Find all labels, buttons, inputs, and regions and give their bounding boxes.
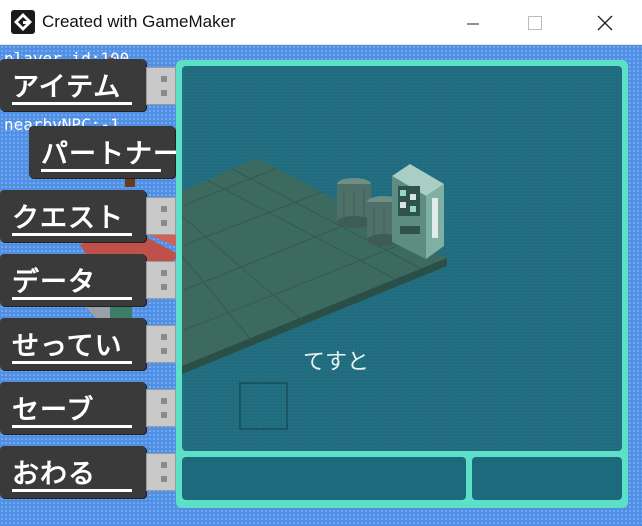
maximize-icon [528,16,542,30]
preview-panel: てすと [176,60,628,508]
scene-viewport[interactable]: てすと [182,66,622,451]
dialog-subpanel-right[interactable] [472,457,622,500]
menu-item-label: クエスト [12,203,124,234]
dialog-text: てすと [303,350,370,375]
plug-connector-icon [146,197,176,235]
window-title: Created with GameMaker [42,12,236,31]
game-canvas[interactable]: player_id:100 nearbyNPC:-1 アイテム パートナー クエ… [0,45,642,526]
plug-connector-icon [146,325,176,363]
menu-item-data[interactable]: データ [0,254,146,306]
menu-item-label: おわる [12,459,96,490]
menu-item-partner[interactable]: パートナー [29,126,180,178]
menu-item-label: アイテム [12,72,122,103]
menu-item-label: せってい [12,331,123,362]
dialog-subpanel-left[interactable] [182,457,466,500]
minimize-button[interactable] [450,6,496,40]
menu-item-settings[interactable]: せってい [0,318,146,370]
menu-underline [12,425,132,428]
menu-underline [12,102,132,105]
vending-machine-icon [392,164,444,259]
close-icon [597,15,613,31]
close-button[interactable] [582,6,628,40]
gamemaker-logo-icon [11,10,35,34]
minimize-icon [467,23,479,25]
trash-can-icon [337,178,371,228]
menu-underline [12,297,132,300]
menu-item-items[interactable]: アイテム [0,59,146,111]
plug-connector-icon [146,453,176,491]
plug-connector-icon [146,67,176,105]
menu-item-label: セーブ [12,395,95,426]
maximize-button[interactable] [512,6,558,40]
menu-underline [12,489,132,492]
plug-connector-icon [146,389,176,427]
menu-item-label: データ [12,267,96,298]
selection-box [239,382,288,430]
menu-item-save[interactable]: セーブ [0,382,146,434]
menu-item-quest[interactable]: クエスト [0,190,146,242]
menu-item-quit[interactable]: おわる [0,446,146,498]
menu-underline [12,233,132,236]
menu-underline [41,169,161,172]
isometric-room [182,158,447,430]
menu-item-label: パートナー [41,139,181,170]
menu-underline [12,361,132,364]
window-titlebar[interactable]: Created with GameMaker [0,0,642,45]
plug-connector-icon [146,261,176,299]
